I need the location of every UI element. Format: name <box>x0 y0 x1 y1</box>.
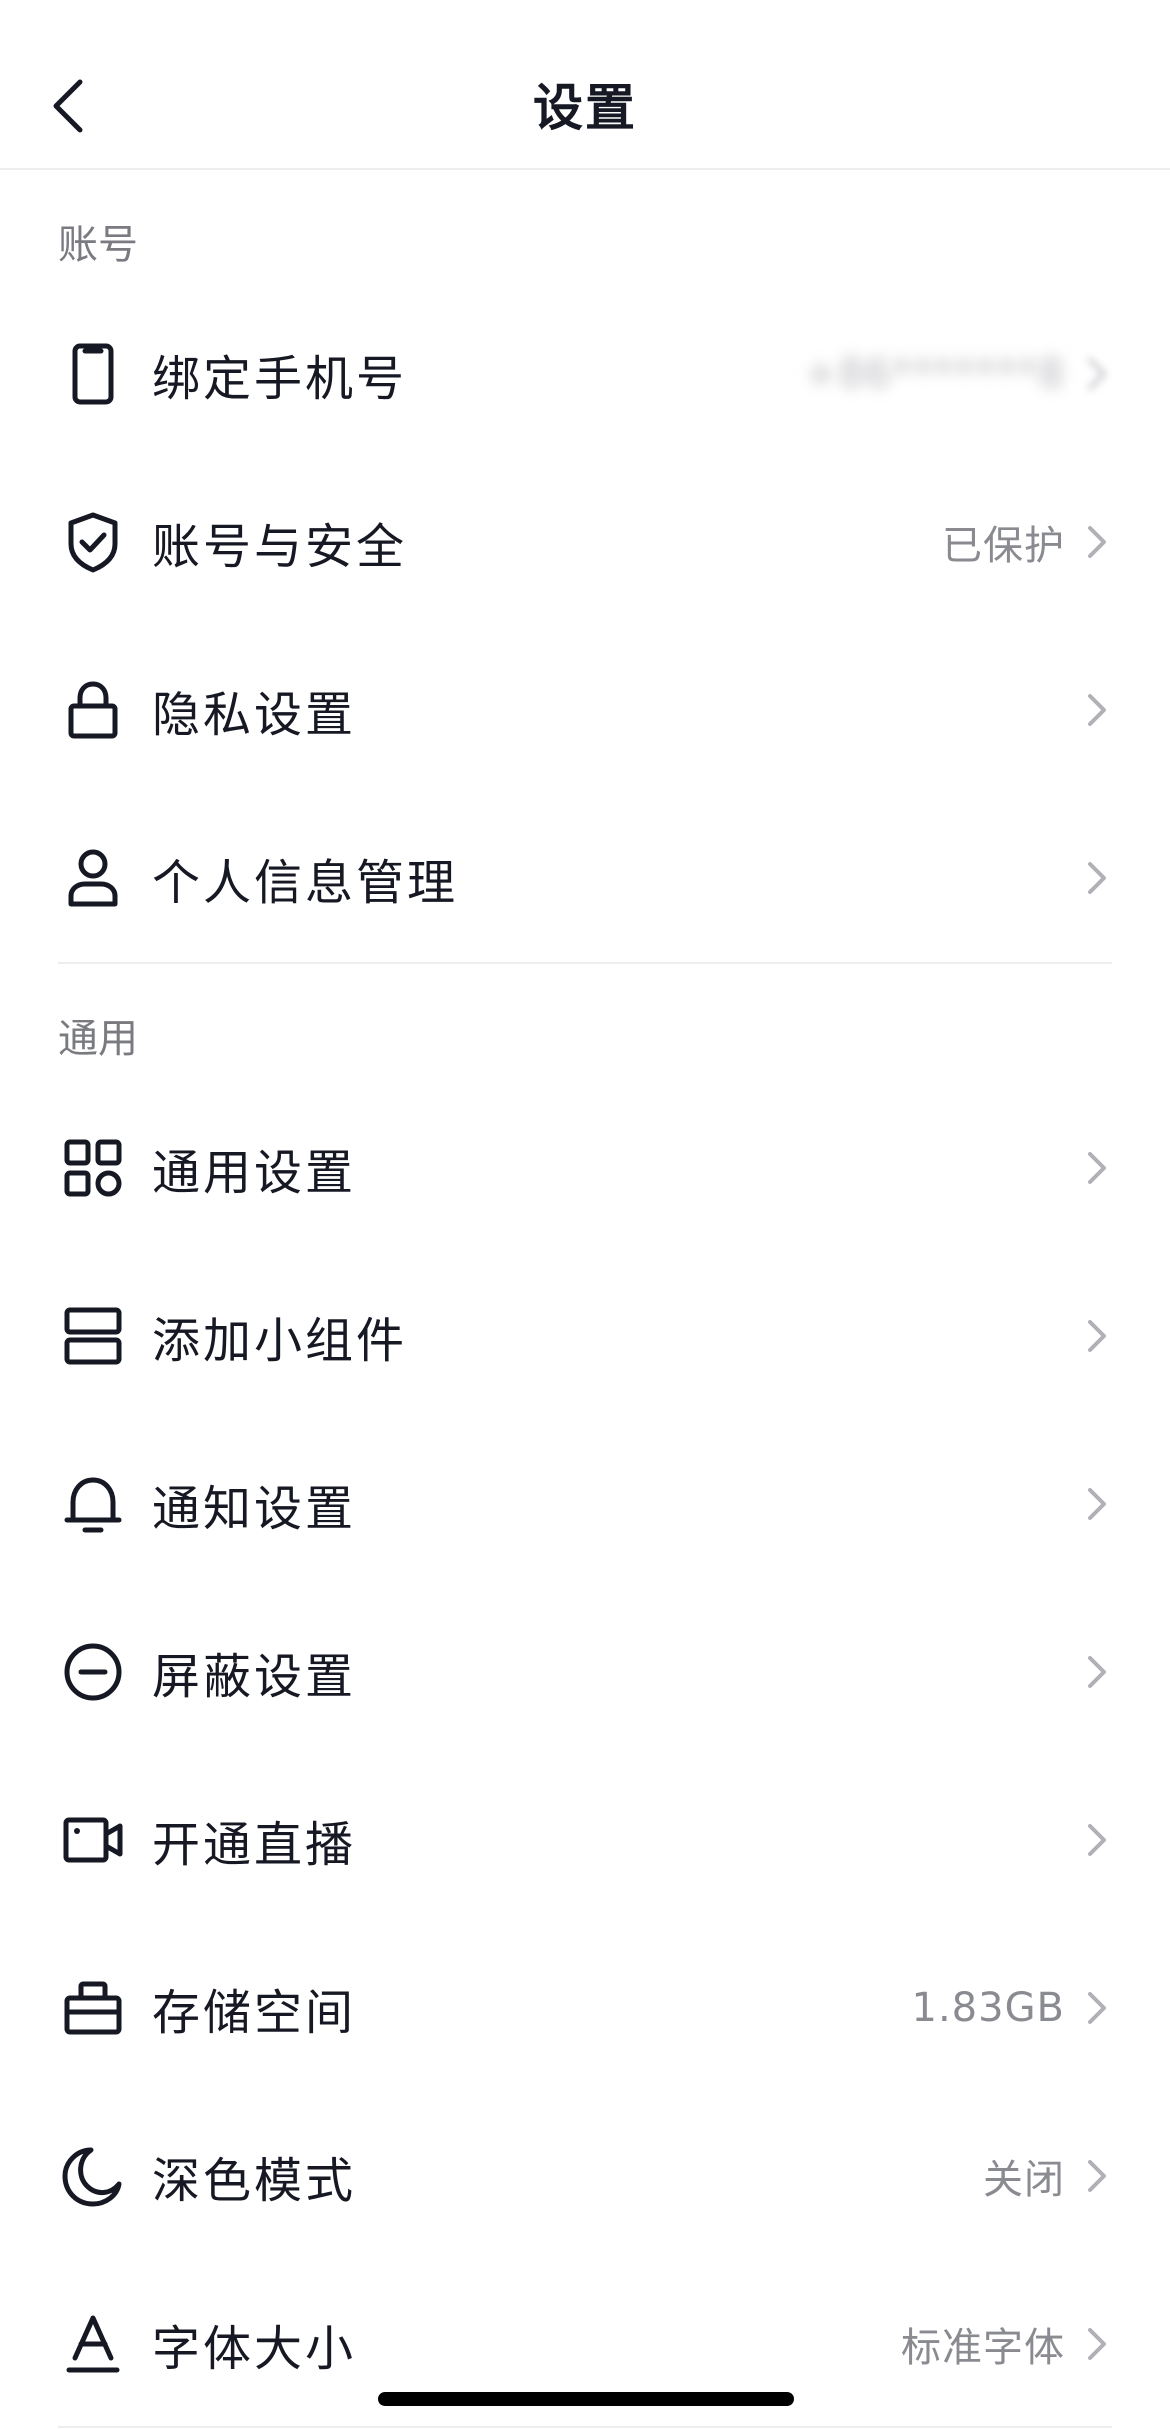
row-value: 1.83GB <box>911 1985 1065 2031</box>
phone-icon <box>58 339 128 409</box>
chevron-right-icon <box>1082 690 1112 730</box>
row-label: 通知设置 <box>152 1481 357 1537</box>
chevron-right-icon <box>1082 858 1112 898</box>
widget-icon <box>58 1301 128 1371</box>
settings-row-personal-info[interactable]: 个人信息管理 <box>0 794 1170 962</box>
chevron-right-icon <box>1082 2156 1112 2196</box>
section-header-account: 账号 <box>58 222 138 268</box>
row-label: 绑定手机号 <box>152 351 408 407</box>
settings-row-live[interactable]: 开通直播 <box>0 1756 1170 1924</box>
settings-row-privacy[interactable]: 隐私设置 <box>0 626 1170 794</box>
row-label: 存储空间 <box>152 1985 357 2041</box>
nav-bar: 设置 <box>0 0 1170 170</box>
chevron-right-icon <box>1082 1652 1112 1692</box>
settings-row-phone[interactable]: 绑定手机号 +86*******8 <box>0 290 1170 458</box>
page-title: 设置 <box>533 79 637 137</box>
settings-row-general[interactable]: 通用设置 <box>0 1084 1170 1252</box>
user-icon <box>58 843 128 913</box>
font-size-icon <box>58 2309 128 2379</box>
row-label: 账号与安全 <box>152 519 408 575</box>
row-value: 已保护 <box>942 523 1065 569</box>
bell-icon <box>58 1469 128 1539</box>
settings-row-dark-mode[interactable]: 深色模式 关闭 <box>0 2092 1170 2260</box>
settings-page: 设置 账号 绑定手机号 +86*******8 账号与安全 已保护 隐私设置 个… <box>0 0 1170 2429</box>
settings-row-security[interactable]: 账号与安全 已保护 <box>0 458 1170 626</box>
moon-icon <box>58 2141 128 2211</box>
block-icon <box>58 1637 128 1707</box>
settings-row-notification[interactable]: 通知设置 <box>0 1420 1170 1588</box>
row-label: 屏蔽设置 <box>152 1649 357 1705</box>
row-label: 通用设置 <box>152 1145 357 1201</box>
grid-icon <box>58 1133 128 1203</box>
row-value: 关闭 <box>983 2157 1065 2203</box>
row-label: 开通直播 <box>152 1817 357 1873</box>
row-value: 标准字体 <box>901 2325 1065 2371</box>
bottom-divider <box>58 2426 1112 2428</box>
chevron-right-icon <box>1082 522 1112 562</box>
video-camera-icon <box>58 1805 128 1875</box>
chevron-right-icon <box>1082 1484 1112 1524</box>
row-value: +86*******8 <box>804 351 1065 397</box>
chevron-right-icon <box>1082 1316 1112 1356</box>
chevron-right-icon <box>1082 2324 1112 2364</box>
settings-row-storage[interactable]: 存储空间 1.83GB <box>0 1924 1170 2092</box>
chevron-right-icon <box>1082 1820 1112 1860</box>
row-label: 隐私设置 <box>152 687 357 743</box>
settings-row-block[interactable]: 屏蔽设置 <box>0 1588 1170 1756</box>
home-indicator[interactable] <box>378 2392 794 2406</box>
section-header-general: 通用 <box>58 1016 138 1062</box>
row-label: 添加小组件 <box>152 1313 408 1369</box>
row-label: 个人信息管理 <box>152 855 459 911</box>
shield-check-icon <box>58 507 128 577</box>
lock-icon <box>58 675 128 745</box>
chevron-right-icon <box>1082 1148 1112 1188</box>
settings-row-widget[interactable]: 添加小组件 <box>0 1252 1170 1420</box>
chevron-right-icon <box>1082 354 1112 394</box>
chevron-right-icon <box>1082 1988 1112 2028</box>
row-label: 字体大小 <box>152 2321 357 2377</box>
storage-icon <box>58 1973 128 2043</box>
section-divider <box>58 962 1112 964</box>
row-label: 深色模式 <box>152 2153 357 2209</box>
